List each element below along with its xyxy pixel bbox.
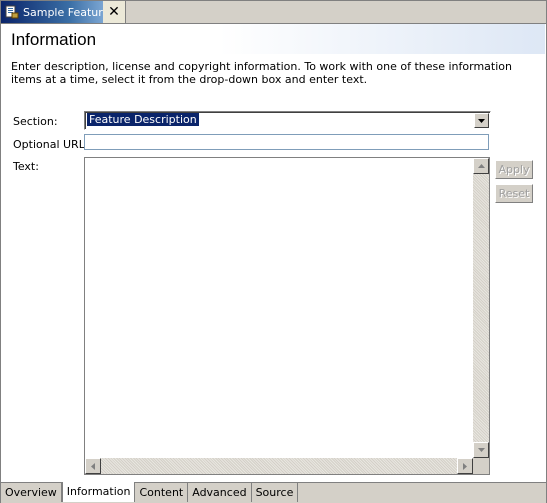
- apply-button[interactable]: Apply: [495, 160, 533, 179]
- feature-icon: [5, 5, 19, 19]
- tab-source[interactable]: Source: [251, 483, 299, 502]
- section-label: Section:: [13, 115, 58, 128]
- scrollbar-corner: [473, 458, 489, 474]
- section-dropdown[interactable]: Feature Description: [84, 111, 491, 130]
- page-tabs: Overview Information Content Advanced So…: [1, 482, 546, 503]
- arrow-up-icon: [477, 164, 485, 168]
- scroll-left-button[interactable]: [85, 458, 101, 474]
- dropdown-arrow-button[interactable]: [474, 113, 489, 128]
- vertical-scrollbar[interactable]: [473, 158, 489, 458]
- url-label: Optional URL:: [13, 138, 89, 151]
- editor-tab-title: Sample Feature: [23, 5, 110, 19]
- tab-content[interactable]: Content: [135, 483, 189, 502]
- text-label: Text:: [13, 160, 39, 173]
- scroll-up-button[interactable]: [473, 158, 489, 174]
- optional-url-input[interactable]: [84, 134, 489, 150]
- tab-overview[interactable]: Overview: [1, 483, 62, 502]
- scroll-down-button[interactable]: [473, 442, 489, 458]
- editor-tab-bar: Sample Feature ✕: [1, 1, 546, 24]
- scroll-right-button[interactable]: [457, 458, 473, 474]
- reset-button[interactable]: Reset: [495, 184, 533, 203]
- arrow-left-icon: [91, 462, 95, 470]
- page-title: Information: [11, 30, 97, 49]
- feature-editor: Sample Feature ✕ Information Enter descr…: [0, 0, 547, 503]
- tab-advanced[interactable]: Advanced: [188, 483, 252, 502]
- arrow-right-icon: [463, 462, 467, 470]
- section-selected-value: Feature Description: [87, 113, 199, 126]
- editor-tab-sample-feature[interactable]: Sample Feature ✕: [1, 1, 126, 23]
- horizontal-scrollbar[interactable]: [85, 458, 473, 474]
- text-editor-area[interactable]: [84, 157, 490, 475]
- close-icon[interactable]: ✕: [103, 1, 125, 23]
- page-description: Enter description, license and copyright…: [11, 60, 512, 86]
- arrow-down-icon: [477, 448, 485, 452]
- tab-information[interactable]: Information: [61, 482, 136, 502]
- chevron-down-icon: [478, 118, 485, 123]
